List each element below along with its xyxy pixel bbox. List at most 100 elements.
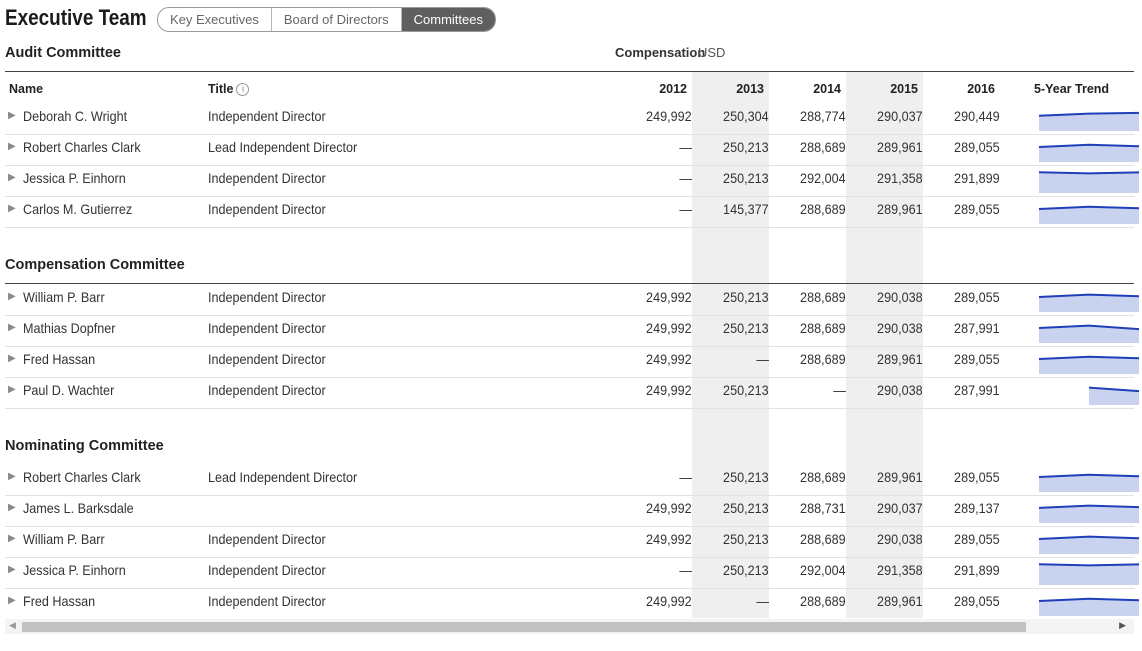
- expand-arrow-icon[interactable]: ▶: [8, 203, 16, 214]
- compensation-cell: 289,055: [920, 531, 1000, 547]
- director-name[interactable]: James L. Barksdale: [23, 500, 134, 516]
- director-name-cell: Jessica P. Einhorn: [23, 562, 137, 578]
- expand-arrow-icon[interactable]: ▶: [8, 110, 16, 121]
- compensation-cell: 249,992: [612, 108, 692, 124]
- scroll-right-icon[interactable]: ▶: [1119, 620, 1126, 631]
- trend-fill: [1039, 564, 1139, 585]
- compensation-label: Compensation: [615, 45, 706, 60]
- column-header-2016[interactable]: 2016: [935, 82, 995, 96]
- column-header-2015[interactable]: 2015: [858, 82, 918, 96]
- compensation-value-2012: 249,992: [646, 593, 692, 609]
- director-name[interactable]: Robert Charles Clark: [23, 139, 141, 155]
- expand-arrow-icon[interactable]: ▶: [8, 353, 16, 364]
- scrollbar-thumb[interactable]: [22, 622, 1026, 632]
- director-name-cell: Mathias Dopfner: [23, 320, 126, 336]
- compensation-cell: 291,358: [843, 170, 923, 186]
- compensation-cell: 289,055: [920, 289, 1000, 305]
- table-row[interactable]: ▶ Jessica P. Einhorn Independent Director —…: [5, 165, 1139, 197]
- director-name[interactable]: William P. Barr: [23, 289, 105, 305]
- director-name[interactable]: Fred Hassan: [23, 351, 95, 367]
- compensation-cell: 290,038: [843, 320, 923, 336]
- director-title: Independent Director: [208, 201, 326, 217]
- director-title-cell: Lead Independent Director: [208, 469, 374, 485]
- compensation-cell: 290,038: [843, 289, 923, 305]
- compensation-cell: 288,689: [766, 320, 846, 336]
- director-title: Independent Director: [208, 593, 326, 609]
- director-name-cell: Robert Charles Clark: [23, 139, 154, 155]
- director-name[interactable]: William P. Barr: [23, 531, 105, 547]
- section-title: Audit Committee: [5, 45, 121, 61]
- expand-arrow-icon[interactable]: ▶: [8, 502, 16, 513]
- director-title-cell: Independent Director: [208, 562, 339, 578]
- table-row[interactable]: ▶ Fred Hassan Independent Director 249,992—…: [5, 588, 1139, 619]
- table-row[interactable]: ▶ William P. Barr Independent Director 249,…: [5, 526, 1139, 558]
- table-row[interactable]: ▶ Robert Charles Clark Lead Independent Di…: [5, 134, 1139, 166]
- info-icon[interactable]: i: [236, 83, 250, 96]
- table-row[interactable]: ▶ William P. Barr Independent Director 249,…: [5, 284, 1139, 316]
- compensation-value-2012: 249,992: [646, 108, 692, 124]
- table-row[interactable]: ▶ Deborah C. Wright Independent Director 24…: [5, 103, 1139, 135]
- compensation-cell: 249,992: [612, 593, 692, 609]
- expand-arrow-icon[interactable]: ▶: [8, 172, 16, 183]
- table-row[interactable]: ▶ James L. Barksdale 249,992 250,213 288,731…: [5, 495, 1139, 527]
- table-row[interactable]: ▶ Carlos M. Gutierrez Independent Director…: [5, 196, 1139, 228]
- tab-board-of-directors[interactable]: Board of Directors: [272, 8, 402, 31]
- table-row[interactable]: ▶ Robert Charles Clark Lead Independent Di…: [5, 464, 1139, 496]
- table-row[interactable]: ▶ Fred Hassan Independent Director 249,992—…: [5, 346, 1139, 378]
- expand-arrow-icon[interactable]: ▶: [8, 141, 16, 152]
- director-name-cell: Deborah C. Wright: [23, 108, 139, 124]
- compensation-value-2014: 292,004: [800, 170, 846, 186]
- column-header-2013[interactable]: 2013: [704, 82, 764, 96]
- director-title: Independent Director: [208, 531, 326, 547]
- director-name[interactable]: Fred Hassan: [23, 593, 95, 609]
- compensation-cell: 288,689: [766, 593, 846, 609]
- trend-fill: [1039, 206, 1139, 224]
- expand-arrow-icon[interactable]: ▶: [8, 595, 16, 606]
- director-name[interactable]: Carlos M. Gutierrez: [23, 201, 132, 217]
- trend-sparkline: [1038, 504, 1139, 523]
- director-title-cell: Independent Director: [208, 593, 339, 609]
- trend-sparkline: [1038, 473, 1139, 492]
- director-name[interactable]: Robert Charles Clark: [23, 469, 141, 485]
- table-row[interactable]: ▶ Jessica P. Einhorn Independent Director —…: [5, 557, 1139, 589]
- director-name[interactable]: Jessica P. Einhorn: [23, 562, 126, 578]
- table-row[interactable]: ▶ Mathias Dopfner Independent Director 249,…: [5, 315, 1139, 347]
- section-title: Compensation Committee: [5, 257, 185, 273]
- expand-arrow-icon[interactable]: ▶: [8, 322, 16, 333]
- expand-arrow-icon[interactable]: ▶: [8, 384, 16, 395]
- expand-arrow-icon[interactable]: ▶: [8, 291, 16, 302]
- column-header-name[interactable]: Name: [9, 82, 43, 96]
- director-name[interactable]: Jessica P. Einhorn: [23, 170, 126, 186]
- expand-arrow-icon[interactable]: ▶: [8, 533, 16, 544]
- compensation-cell: —: [689, 593, 769, 609]
- director-title-cell: Independent Director: [208, 320, 339, 336]
- tab-key-executives[interactable]: Key Executives: [158, 8, 272, 31]
- compensation-cell: 249,992: [612, 382, 692, 398]
- compensation-cell: 250,213: [689, 469, 769, 485]
- table-row[interactable]: ▶ Paul D. Wachter Independent Director 249,…: [5, 377, 1139, 409]
- expand-arrow-icon[interactable]: ▶: [8, 564, 16, 575]
- section-title: Nominating Committee: [5, 438, 164, 454]
- compensation-cell: 289,055: [920, 469, 1000, 485]
- director-title: Independent Director: [208, 320, 326, 336]
- expand-arrow-icon[interactable]: ▶: [8, 471, 16, 482]
- scroll-left-icon[interactable]: ◀: [9, 620, 16, 631]
- trend-fill: [1039, 172, 1139, 193]
- compensation-cell: 288,689: [766, 139, 846, 155]
- horizontal-scrollbar[interactable]: ◀ ▶: [5, 619, 1134, 634]
- compensation-cell: 250,213: [689, 320, 769, 336]
- director-title: Lead Independent Director: [208, 139, 358, 155]
- director-name[interactable]: Deborah C. Wright: [23, 108, 127, 124]
- director-name[interactable]: Mathias Dopfner: [23, 320, 115, 336]
- column-header-2014[interactable]: 2014: [781, 82, 841, 96]
- column-header-2012[interactable]: 2012: [627, 82, 687, 96]
- tab-committees[interactable]: Committees: [401, 8, 495, 31]
- compensation-value-2015: 290,037: [877, 500, 923, 516]
- compensation-cell: —: [612, 139, 692, 155]
- director-name[interactable]: Paul D. Wachter: [23, 382, 114, 398]
- compensation-cell: 290,038: [843, 382, 923, 398]
- compensation-cell: —: [612, 469, 692, 485]
- director-name-cell: William P. Barr: [23, 531, 114, 547]
- compensation-value-2014: 288,774: [800, 108, 846, 124]
- compensation-cell: 290,449: [920, 108, 1000, 124]
